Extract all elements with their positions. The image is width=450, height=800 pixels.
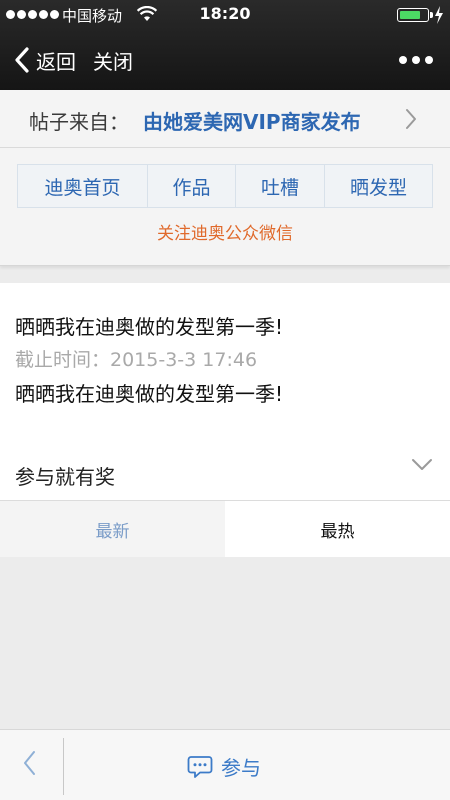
post-deadline: 截止时间：2015-3-3 17:46 [15, 349, 258, 371]
source-prefix: 帖子来自： [29, 110, 129, 134]
award-label: 参与就有奖 [15, 465, 115, 489]
post-content: 晒晒我在迪奥做的发型第一季! 截止时间：2015-3-3 17:46 晒晒我在迪… [0, 283, 450, 500]
nav-bar: 返回 关闭 [0, 30, 450, 90]
menu-tab-works[interactable]: 作品 [148, 165, 236, 207]
sort-tab-latest[interactable]: 最新 [0, 501, 225, 557]
status-time: 18:20 [199, 4, 251, 23]
chevron-right-icon [406, 109, 416, 129]
merchant-menu-tabs: 迪奥首页 作品 吐槽 晒发型 [17, 164, 433, 208]
chevron-left-icon [15, 47, 29, 73]
post-source-link[interactable]: 帖子来自： 由她爱美网VIP商家发布 [0, 90, 450, 148]
menu-tab-hairstyles[interactable]: 晒发型 [325, 165, 432, 207]
replies-area [0, 557, 450, 729]
follow-wechat-link[interactable]: 关注迪奥公众微信 [0, 219, 450, 244]
sort-tab-hottest[interactable]: 最热 [225, 501, 450, 557]
more-options-icon[interactable] [399, 56, 433, 64]
join-label: 参与 [221, 756, 261, 780]
battery-icon [397, 8, 433, 22]
menu-tab-home[interactable]: 迪奥首页 [18, 165, 148, 207]
post-body: 晒晒我在迪奥做的发型第一季! [15, 382, 284, 406]
status-bar: 中国移动 18:20 [0, 0, 450, 30]
merchant-menu: 迪奥首页 作品 吐槽 晒发型 关注迪奥公众微信 [0, 148, 450, 266]
chevron-down-icon[interactable] [411, 458, 433, 472]
charging-bolt-icon [435, 6, 443, 24]
top-bar: 中国移动 18:20 返回 关闭 [0, 0, 450, 90]
post-title: 晒晒我在迪奥做的发型第一季! [15, 315, 284, 339]
join-button[interactable]: 参与 [187, 752, 261, 781]
sort-tabs: 最新 最热 [0, 500, 450, 557]
bottom-toolbar: 参与 [0, 729, 450, 800]
back-button[interactable]: 返回 [12, 44, 76, 76]
source-name: 由她爱美网VIP商家发布 [143, 110, 361, 134]
comment-icon [187, 755, 213, 778]
back-arrow-icon[interactable] [20, 748, 40, 778]
close-button[interactable]: 关闭 [93, 46, 133, 75]
menu-tab-complaints[interactable]: 吐槽 [236, 165, 325, 207]
toolbar-divider [63, 738, 64, 795]
back-label: 返回 [36, 49, 76, 74]
